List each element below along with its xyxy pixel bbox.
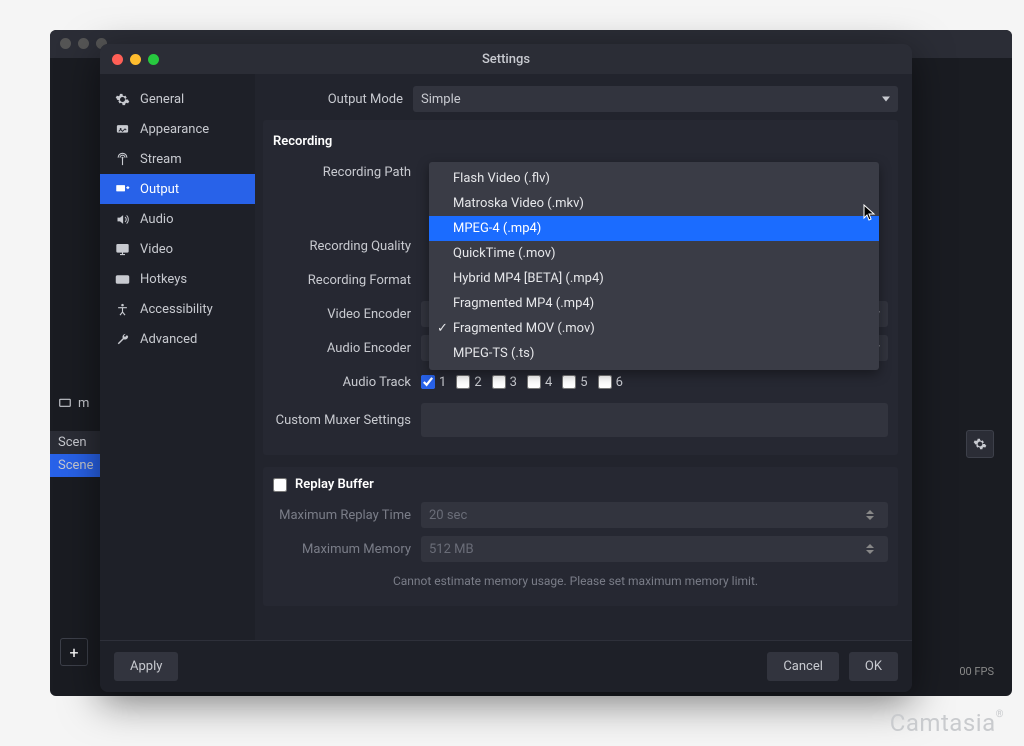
format-option-mov[interactable]: QuickTime (.mov) [429, 241, 879, 266]
audio-track-1[interactable]: 1 [421, 375, 446, 390]
speaker-icon [114, 211, 130, 227]
sidebar-item-hotkeys[interactable]: Hotkeys [100, 264, 255, 294]
max-memory-label: Maximum Memory [263, 542, 421, 557]
recording-format-label: Recording Format [263, 273, 421, 288]
recording-format-dropdown[interactable]: Flash Video (.flv) Matroska Video (.mkv)… [429, 162, 879, 370]
audio-track-label: Audio Track [263, 375, 421, 390]
video-encoder-label: Video Encoder [263, 307, 421, 322]
sidebar-item-label: Output [140, 182, 179, 197]
close-traffic-light[interactable] [112, 54, 123, 65]
sidebar-item-appearance[interactable]: Appearance [100, 114, 255, 144]
sidebar-item-accessibility[interactable]: Accessibility [100, 294, 255, 324]
output-mode-label: Output Mode [255, 92, 413, 107]
dialog-footer: Apply Cancel OK [100, 640, 912, 692]
audio-track-5[interactable]: 5 [562, 375, 587, 390]
replay-buffer-heading: Replay Buffer [295, 477, 374, 492]
dialog-titlebar: Settings [100, 44, 912, 74]
antenna-icon [114, 151, 130, 167]
recording-heading: Recording [273, 134, 888, 149]
appearance-icon [114, 121, 130, 137]
sidebar-item-audio[interactable]: Audio [100, 204, 255, 234]
format-option-flv[interactable]: Flash Video (.flv) [429, 166, 879, 191]
accessibility-icon [114, 301, 130, 317]
max-replay-time-input[interactable]: 20 sec [421, 502, 888, 528]
settings-sidebar: General Appearance Stream Output Audio V… [100, 74, 255, 640]
bg-settings-button[interactable] [966, 430, 994, 458]
bg-scene-header: Scen [50, 431, 100, 454]
audio-track-3[interactable]: 3 [492, 375, 517, 390]
sidebar-item-video[interactable]: Video [100, 234, 255, 264]
sidebar-item-advanced[interactable]: Advanced [100, 324, 255, 354]
format-option-mpeg-ts[interactable]: MPEG-TS (.ts) [429, 341, 879, 366]
sidebar-item-label: Accessibility [140, 302, 213, 317]
replay-buffer-section: Replay Buffer Maximum Replay Time 20 sec… [263, 467, 898, 606]
keyboard-icon [114, 271, 130, 287]
cancel-button[interactable]: Cancel [767, 652, 839, 681]
sidebar-item-label: Audio [140, 212, 173, 227]
sidebar-item-label: General [140, 92, 184, 107]
camtasia-watermark: Camtasia® [890, 709, 1004, 738]
sidebar-item-label: Video [140, 242, 173, 257]
sidebar-item-stream[interactable]: Stream [100, 144, 255, 174]
sidebar-item-label: Stream [140, 152, 182, 167]
output-mode-select[interactable]: Simple [413, 86, 898, 112]
format-option-fragmented-mp4[interactable]: Fragmented MP4 (.mp4) [429, 291, 879, 316]
sidebar-item-output[interactable]: Output [100, 174, 255, 204]
settings-dialog: Settings General Appearance Stream Outpu… [100, 44, 912, 692]
bg-fps-indicator: 00 FPS [959, 665, 994, 678]
bg-traffic-dot [60, 38, 71, 49]
custom-muxer-label: Custom Muxer Settings [263, 413, 421, 428]
output-icon [114, 181, 130, 197]
dialog-title: Settings [482, 52, 530, 67]
audio-track-checkboxes: 1 2 3 4 5 6 [421, 375, 888, 390]
replay-buffer-checkbox[interactable] [273, 478, 287, 492]
minimize-traffic-light[interactable] [130, 54, 141, 65]
recording-path-label: Recording Path [263, 165, 421, 180]
sidebar-item-general[interactable]: General [100, 84, 255, 114]
format-option-mkv[interactable]: Matroska Video (.mkv) [429, 191, 879, 216]
max-memory-input[interactable]: 512 MB [421, 536, 888, 562]
max-replay-time-label: Maximum Replay Time [263, 508, 421, 523]
sidebar-item-label: Hotkeys [140, 272, 187, 287]
maximize-traffic-light[interactable] [148, 54, 159, 65]
ok-button[interactable]: OK [849, 652, 898, 681]
recording-section: Recording Recording Path Recording Quali… [263, 120, 898, 455]
settings-main-panel: Output Mode Simple Recording Recording P… [255, 74, 912, 640]
recording-quality-label: Recording Quality [263, 239, 421, 254]
apply-button[interactable]: Apply [114, 652, 178, 681]
custom-muxer-input[interactable] [421, 403, 888, 437]
format-option-mp4[interactable]: MPEG-4 (.mp4) [429, 216, 879, 241]
bg-source-item: m [50, 390, 100, 417]
bg-scene-selected: Scene [50, 454, 100, 477]
monitor-icon [114, 241, 130, 257]
gear-icon [114, 91, 130, 107]
audio-track-6[interactable]: 6 [598, 375, 623, 390]
audio-track-4[interactable]: 4 [527, 375, 552, 390]
sidebar-item-label: Advanced [140, 332, 197, 347]
replay-info-text: Cannot estimate memory usage. Please set… [263, 570, 888, 596]
format-option-fragmented-mov[interactable]: ✓Fragmented MOV (.mov) [429, 316, 879, 341]
bg-add-button[interactable]: + [60, 638, 88, 666]
audio-track-2[interactable]: 2 [456, 375, 481, 390]
bg-traffic-dot [78, 38, 89, 49]
sidebar-item-label: Appearance [140, 122, 209, 137]
format-option-hybrid-mp4[interactable]: Hybrid MP4 [BETA] (.mp4) [429, 266, 879, 291]
wrench-icon [114, 331, 130, 347]
audio-encoder-label: Audio Encoder [263, 341, 421, 356]
